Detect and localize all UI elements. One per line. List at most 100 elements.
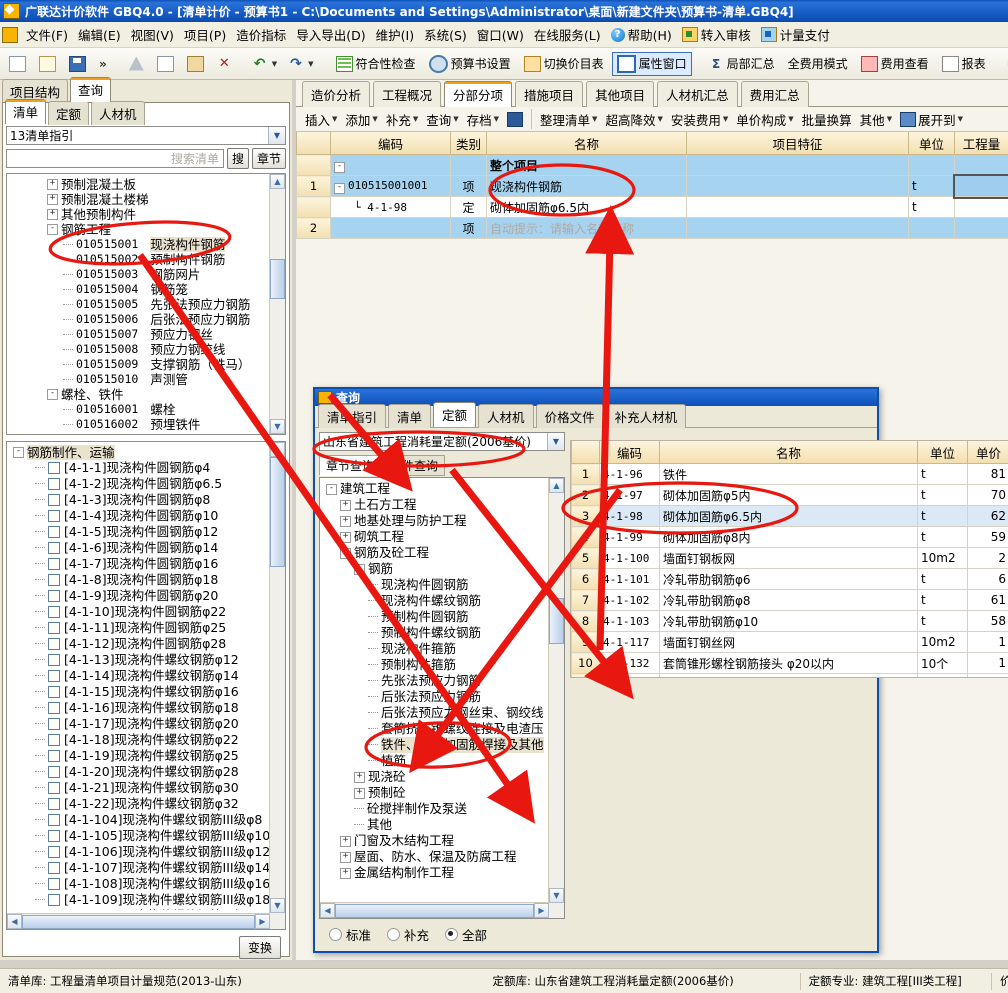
quota-tree[interactable]: - 钢筋制作、运输 [4-1-1]现浇构件圆钢筋φ4[4-1-2]现浇构件圆钢筋…: [6, 441, 286, 930]
tab-labor-material-summary[interactable]: 人材机汇总: [657, 81, 738, 107]
cell-name[interactable]: 铁件: [660, 464, 918, 485]
tree-node[interactable]: 010515005先张法预应力钢筋: [9, 297, 279, 312]
tree-node[interactable]: 现浇构件圆钢筋: [322, 577, 550, 593]
expand-toggle-icon[interactable]: -: [334, 183, 345, 194]
tree-node[interactable]: -钢筋工程: [9, 222, 279, 237]
tree-node[interactable]: 现浇构件箍筋: [322, 641, 550, 657]
item-checkbox[interactable]: [48, 590, 60, 602]
batch-convert-button[interactable]: 批量换算: [799, 108, 855, 131]
tree-node[interactable]: 后张法预应力钢丝束、钢绞线: [322, 705, 550, 721]
table-row[interactable]: -整个项目: [297, 155, 1008, 176]
list-item[interactable]: [4-1-6]现浇构件圆钢筋φ14: [9, 540, 281, 556]
item-checkbox[interactable]: [48, 814, 60, 826]
table-row[interactable]: 44-1-99砌体加固筋φ8内t59: [572, 527, 1008, 548]
table-row[interactable]: 104-1-132套筒锥形螺栓钢筋接头 φ20以内10个1: [572, 653, 1008, 674]
table-row[interactable]: 1-010515001001项现浇构件钢筋t: [297, 176, 1008, 197]
cell-name[interactable]: 现浇构件钢筋: [487, 176, 687, 197]
tree-node[interactable]: -螺栓、铁件: [9, 387, 279, 402]
cell-price[interactable]: 1: [968, 653, 1008, 674]
menu-item-edit[interactable]: 编辑(E): [73, 23, 126, 46]
height-reduction-button[interactable]: 超高降效▼: [602, 108, 665, 131]
item-checkbox[interactable]: [48, 510, 60, 522]
table-row[interactable]: 94-1-117墙面钉钢丝网10m21: [572, 632, 1008, 653]
tree-node[interactable]: +砌筑工程: [322, 529, 550, 545]
cell-price[interactable]: 1: [968, 632, 1008, 653]
item-checkbox[interactable]: [48, 718, 60, 730]
dtab-price-file[interactable]: 价格文件: [536, 404, 604, 428]
tab-quota[interactable]: 定额: [48, 101, 89, 125]
tree-node[interactable]: 预制构件箍筋: [322, 657, 550, 673]
results-col-name[interactable]: 名称: [660, 441, 918, 464]
list-item[interactable]: [4-1-18]现浇构件螺纹钢筋φ22: [9, 732, 281, 748]
scroll-thumb[interactable]: [270, 259, 285, 299]
grid-col-category[interactable]: 类别: [451, 132, 487, 155]
tree-node[interactable]: 现浇构件螺纹钢筋: [322, 593, 550, 609]
cell-code[interactable]: -010515001001: [331, 176, 451, 197]
item-checkbox[interactable]: [48, 462, 60, 474]
delete-button[interactable]: ✕: [212, 54, 237, 74]
scroll-down-icon[interactable]: ▼: [549, 888, 564, 903]
scroll-thumb[interactable]: [270, 457, 285, 567]
menu-item-help[interactable]: ? 帮助(H): [606, 23, 677, 46]
tree-node[interactable]: 先张法预应力钢筋: [322, 673, 550, 689]
insert-button[interactable]: 插入▼: [302, 108, 340, 131]
cell-code[interactable]: 4-1-97: [600, 485, 660, 506]
item-checkbox[interactable]: [48, 542, 60, 554]
expand-toggle-icon[interactable]: +: [354, 788, 365, 799]
menu-item-system[interactable]: 系统(S): [419, 23, 472, 46]
list-item[interactable]: [4-1-12]现浇构件圆钢筋φ28: [9, 636, 281, 652]
cell-unit[interactable]: 10m2: [918, 548, 968, 569]
cell-code[interactable]: [331, 218, 451, 239]
item-checkbox[interactable]: [48, 830, 60, 842]
save-button[interactable]: [64, 53, 91, 75]
bill-tree[interactable]: +预制混凝土板+预制混凝土楼梯+其他预制构件-钢筋工程010515001现浇构件…: [6, 173, 286, 435]
tree-node[interactable]: +现浇砼: [322, 769, 550, 785]
expand-toggle-icon[interactable]: +: [340, 868, 351, 879]
cell-name[interactable]: 砌体加固筋φ6.5内: [487, 197, 687, 218]
list-item[interactable]: [4-1-8]现浇构件圆钢筋φ18: [9, 572, 281, 588]
scroll-up-icon[interactable]: ▲: [270, 174, 285, 189]
tree-node[interactable]: 010515003钢筋网片: [9, 267, 279, 282]
menu-item-window[interactable]: 窗口(W): [472, 23, 529, 46]
expand-toggle-icon[interactable]: -: [47, 389, 58, 400]
cell-name[interactable]: 墙面钉钢丝网: [660, 632, 918, 653]
item-checkbox[interactable]: [48, 558, 60, 570]
table-row[interactable]: 24-1-97砌体加固筋φ5内t70: [572, 485, 1008, 506]
cell-quantity[interactable]: [955, 155, 1008, 176]
redo-button[interactable]: ↷▼: [285, 54, 318, 74]
add-button[interactable]: 添加▼: [342, 108, 380, 131]
tree-node[interactable]: 010515007预应力钢丝: [9, 327, 279, 342]
cell-category[interactable]: 项: [451, 218, 487, 239]
list-item[interactable]: [4-1-110]现浇构件螺纹钢筋III级φ20: [9, 908, 281, 910]
cell-quantity[interactable]: [955, 197, 1008, 218]
scroll-up-icon[interactable]: ▲: [549, 478, 564, 493]
dtab-bill[interactable]: 清单: [388, 404, 431, 428]
expand-toggle-icon[interactable]: -: [340, 548, 351, 559]
table-row[interactable]: 64-1-101冷轧带肋钢筋φ6t6: [572, 569, 1008, 590]
item-checkbox[interactable]: [48, 798, 60, 810]
item-checkbox[interactable]: [48, 574, 60, 586]
cell-code[interactable]: 4-1-100: [600, 548, 660, 569]
cell-feature[interactable]: [687, 155, 909, 176]
scroll-left-icon[interactable]: ◀: [7, 914, 22, 929]
cell-code[interactable]: 4-1-101: [600, 569, 660, 590]
list-item[interactable]: [4-1-7]现浇构件圆钢筋φ16: [9, 556, 281, 572]
item-checkbox[interactable]: [48, 638, 60, 650]
cell-code[interactable]: 4-1-133: [600, 674, 660, 679]
list-item[interactable]: [4-1-108]现浇构件螺纹钢筋III级φ16: [9, 876, 281, 892]
tree-node[interactable]: 预制构件螺纹钢筋: [322, 625, 550, 641]
list-item[interactable]: [4-1-2]现浇构件圆钢筋φ6.5: [9, 476, 281, 492]
menu-item-payment[interactable]: 计量支付: [756, 23, 835, 46]
cell-code[interactable]: 4-1-132: [600, 653, 660, 674]
tab-labor-material[interactable]: 人材机: [91, 101, 145, 125]
expand-toggle-icon[interactable]: +: [340, 836, 351, 847]
expand-toggle-icon[interactable]: -: [354, 564, 365, 575]
list-item[interactable]: [4-1-3]现浇构件圆钢筋φ8: [9, 492, 281, 508]
cell-price[interactable]: 81: [968, 464, 1008, 485]
query-button[interactable]: 查询▼: [423, 108, 461, 131]
cell-code[interactable]: 4-1-102: [600, 590, 660, 611]
cell-name[interactable]: 墙面钉钢板网: [660, 548, 918, 569]
cell-unit[interactable]: t: [918, 506, 968, 527]
grid-col-feature[interactable]: 项目特征: [687, 132, 909, 155]
expand-toggle-icon[interactable]: +: [340, 852, 351, 863]
